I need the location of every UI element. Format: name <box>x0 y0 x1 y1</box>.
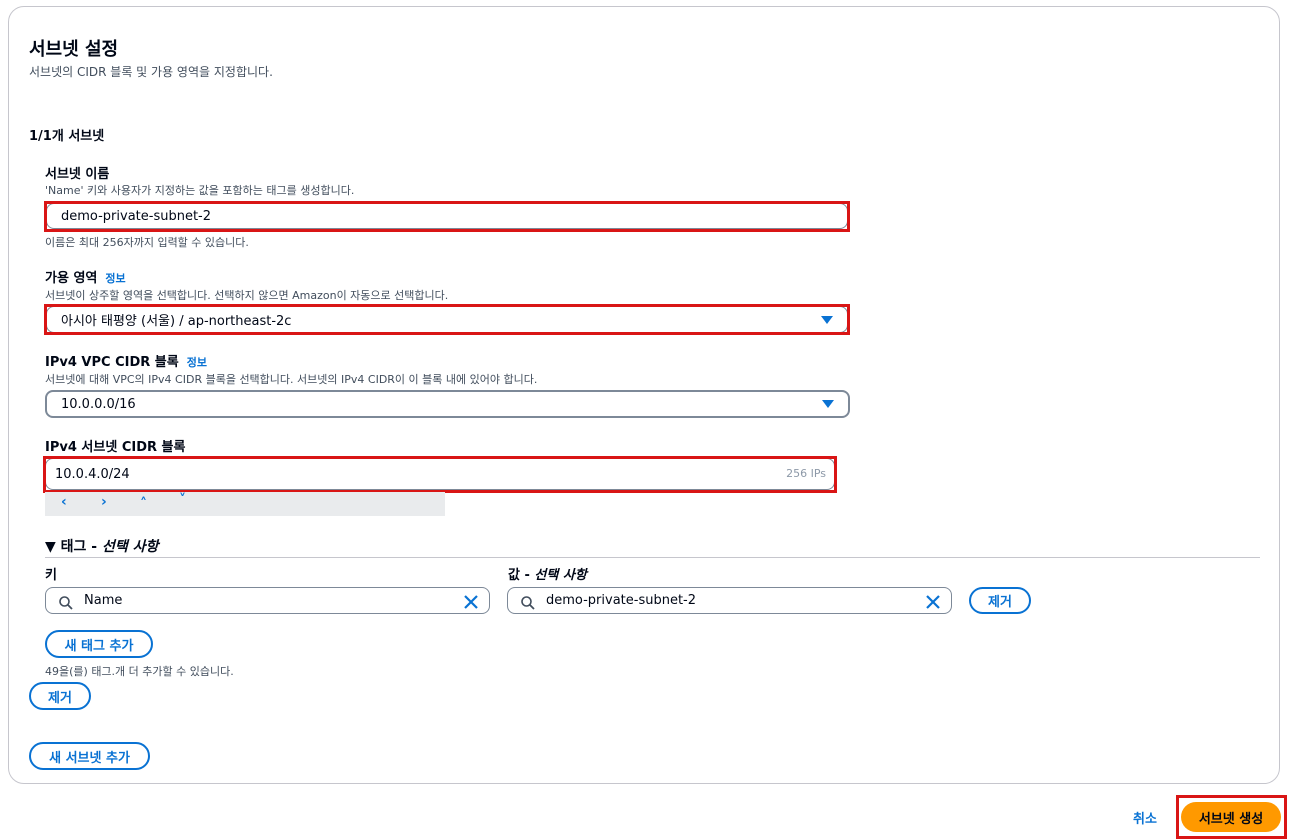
tags-title-optional: 선택 사항 <box>101 539 159 555</box>
section-description: 서브넷의 CIDR 블록 및 가용 영역을 지정합니다. <box>29 65 273 79</box>
search-icon <box>59 596 73 610</box>
subnet-cidr-label: IPv4 서브넷 CIDR 블록 <box>45 440 186 455</box>
add-tag-button[interactable]: 새 태그 추가 <box>45 630 153 658</box>
availability-zone-description: 서브넷이 상주할 영역을 선택합니다. 선택하지 않으면 Amazon이 자동으… <box>45 289 449 302</box>
vpc-cidr-header: IPv4 VPC CIDR 블록 정보 <box>45 351 207 370</box>
subnet-cidr-value: 10.0.4.0/24 <box>55 466 130 482</box>
chevron-left-icon[interactable]: ‹ <box>61 494 67 510</box>
remove-subnet-button[interactable]: 제거 <box>29 682 91 710</box>
subnet-cidr-input[interactable]: 10.0.4.0/24 256 IPs <box>45 458 835 490</box>
tags-header[interactable]: ▼ 태그 - 선택 사항 <box>45 536 158 556</box>
caret-down-icon: ▼ <box>45 539 56 555</box>
tag-value-optional: 선택 사항 <box>534 568 587 583</box>
vpc-cidr-description: 서브넷에 대해 VPC의 IPv4 CIDR 블록을 선택합니다. 서브넷의 I… <box>45 373 538 386</box>
cidr-stepper: ‹ › ˄ ˅ <box>45 492 445 516</box>
caret-down-icon <box>821 315 833 324</box>
tag-limit-note: 49을(를) 태그.개 더 추가할 수 있습니다. <box>45 665 234 678</box>
tag-value-input[interactable]: demo-private-subnet-2 <box>507 587 952 614</box>
availability-zone-select[interactable]: 아시아 태평양 (서울) / ap-northeast-2c <box>46 306 848 333</box>
tag-value-label: 값 - <box>508 568 535 583</box>
tag-value-value: demo-private-subnet-2 <box>546 593 697 608</box>
tag-key-value: Name <box>84 593 123 608</box>
ip-count: 256 IPs <box>786 467 826 480</box>
tag-value-label-wrap: 값 - 선택 사항 <box>508 564 587 583</box>
availability-zone-info-link[interactable]: 정보 <box>105 272 125 285</box>
add-subnet-button[interactable]: 새 서브넷 추가 <box>29 742 150 770</box>
subnet-name-description: 'Name' 키와 사용자가 지정하는 값을 포함하는 태그를 생성합니다. <box>45 184 355 197</box>
create-subnet-button[interactable]: 서브넷 생성 <box>1181 802 1281 832</box>
tag-key-input[interactable]: Name <box>45 587 490 614</box>
subnet-counter: 1/1개 서브넷 <box>29 129 105 144</box>
subnet-name-hint: 이름은 최대 256자까지 입력할 수 있습니다. <box>45 236 249 249</box>
clear-icon[interactable] <box>925 594 941 610</box>
subnet-name-value: demo-private-subnet-2 <box>61 208 212 224</box>
remove-tag-button[interactable]: 제거 <box>969 587 1031 614</box>
vpc-cidr-value: 10.0.0.0/16 <box>61 396 136 412</box>
tag-key-label: 키 <box>45 568 57 583</box>
chevron-up-icon[interactable]: ˄ <box>140 496 147 512</box>
cancel-button[interactable]: 취소 <box>1133 808 1157 827</box>
vpc-cidr-select[interactable]: 10.0.0.0/16 <box>45 390 850 418</box>
tags-title: 태그 - <box>60 539 102 555</box>
caret-down-icon <box>822 400 834 408</box>
vpc-cidr-label: IPv4 VPC CIDR 블록 <box>45 355 179 370</box>
subnet-name-input[interactable]: demo-private-subnet-2 <box>46 203 848 229</box>
chevron-down-icon[interactable]: ˅ <box>179 492 186 508</box>
clear-icon[interactable] <box>463 594 479 610</box>
availability-zone-value: 아시아 태평양 (서울) / ap-northeast-2c <box>61 314 292 329</box>
vpc-cidr-info-link[interactable]: 정보 <box>187 356 207 369</box>
availability-zone-header: 가용 영역 정보 <box>45 267 126 286</box>
divider <box>45 557 1260 558</box>
subnet-name-label: 서브넷 이름 <box>45 167 110 182</box>
chevron-right-icon[interactable]: › <box>101 494 107 510</box>
availability-zone-label: 가용 영역 <box>45 271 98 286</box>
search-icon <box>521 596 535 610</box>
section-title: 서브넷 설정 <box>29 39 119 60</box>
